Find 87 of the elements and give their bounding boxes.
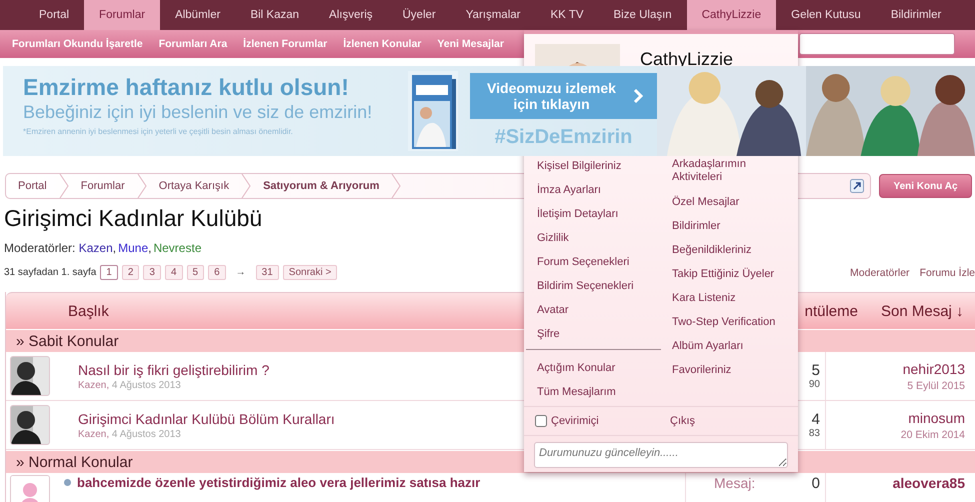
comma-separator: ,	[112, 241, 116, 255]
next-page-link[interactable]: Sonraki >	[282, 265, 338, 280]
search-field[interactable]	[799, 33, 955, 55]
section-title: » Sabit Konular	[16, 332, 119, 350]
banner-subline: Bebeğiniz için iyi beslenin ve siz de emzirin!	[23, 102, 374, 123]
status-field[interactable]: Durumunuzu güncelleyin......	[534, 442, 788, 468]
forum-tool-link[interactable]: Forumu İzle	[920, 266, 975, 278]
menu-link[interactable]: Açtığım Konular	[526, 358, 661, 378]
nav-tab[interactable]: Üyeler	[388, 0, 451, 30]
view-count: 90	[808, 379, 820, 390]
menu-link[interactable]: Bildirimler	[661, 216, 781, 236]
last-poster-link[interactable]: nehir2013	[902, 360, 965, 376]
nav-tab[interactable]: Gelen Kutusu	[776, 0, 876, 30]
thread-title-link[interactable]: Nasıl bir iş fikri geliştirebilirim ?	[78, 362, 270, 378]
moderator-link[interactable]: Kazen	[78, 241, 113, 255]
page-link[interactable]: 1	[100, 265, 118, 280]
page-link[interactable]: 3	[143, 265, 161, 280]
menu-link[interactable]: Albüm Ayarları	[661, 336, 781, 356]
banner-note: *Emziren annenin iyi beslenmesi için yeterli ve çeşitli besin alması önemlidir.	[23, 127, 294, 136]
menu-link[interactable]: Kara Listeniz	[661, 288, 781, 308]
page-gap-arrow: →	[236, 267, 246, 278]
page-link[interactable]: 4	[164, 265, 183, 280]
logout-link[interactable]: Çıkış	[659, 411, 696, 431]
nav-tab[interactable]: Alışveriş	[314, 0, 388, 30]
checkbox-label: Çevirimiçi	[551, 415, 599, 427]
section-title: » Normal Konular	[16, 454, 133, 470]
breadcrumb-link[interactable]: Forumlar	[68, 180, 137, 192]
menu-link[interactable]: Şifre	[526, 324, 661, 344]
banner-hashtag: #SizDeEmzirin	[494, 126, 634, 149]
nav-tab[interactable]: Bize Ulaşın	[598, 0, 687, 30]
moderators-label: Moderatörler:	[4, 241, 76, 255]
moderator-link[interactable]: Mune	[118, 241, 148, 255]
reply-count: 4	[812, 411, 820, 428]
menu-link[interactable]: Beğenildikleriniz	[661, 240, 781, 260]
unread-dot-icon	[64, 479, 71, 486]
breadcrumb-link[interactable]: Ortaya Karışık	[146, 180, 242, 192]
last-poster-link[interactable]: minosum	[908, 410, 965, 426]
menu-link[interactable]: İmza Ayarları	[526, 180, 661, 200]
menu-link[interactable]: Kişisel Bilgileriniz	[526, 156, 661, 176]
breadcrumb-link[interactable]: Portal	[6, 180, 59, 192]
nav-tab[interactable]: KK TV	[535, 0, 599, 30]
page-summary: 31 sayfadan 1. sayfa	[4, 267, 96, 278]
nav-tab[interactable]: Forumlar	[84, 0, 160, 30]
column-header[interactable]: Son Mesaj ↓	[881, 302, 964, 320]
online-checkbox[interactable]	[535, 415, 547, 427]
nav-tab[interactable]: Bildirimler	[876, 0, 956, 30]
thread-title-link[interactable]: bahcemizde özenle yetistirdiğimiz aleo vera jellerimiz satısa hazır	[77, 475, 480, 490]
nav-tab[interactable]: Albümler	[160, 0, 236, 30]
nav-tab[interactable]: Bil Kazan	[235, 0, 314, 30]
last-post-date: 5 Eylül 2015	[907, 380, 965, 392]
view-count: 83	[808, 428, 820, 439]
nav-tab[interactable]: CathyLizzie	[686, 0, 776, 30]
reply-count: 0	[812, 475, 820, 492]
thread-date: 4 Ağustos 2013	[112, 380, 181, 390]
nav-tab[interactable]: Portal	[24, 0, 84, 30]
thread-date: 4 Ağustos 2013	[112, 428, 181, 440]
ad-banner[interactable]	[3, 66, 975, 156]
menu-link[interactable]: Arkadaşlarımın Aktiviteleri	[661, 156, 766, 188]
breadcrumb-link[interactable]: Satıyorum & Arıyorum	[251, 180, 392, 192]
menu-link[interactable]: Tüm Mesajlarım	[526, 382, 661, 402]
nav-tab[interactable]: Yarışmalar	[450, 0, 536, 30]
banner-headline: Emzirme haftanız kutlu olsun!	[23, 74, 350, 101]
forum-title: Girişimci Kadınlar Kulübü	[4, 205, 262, 232]
username[interactable]: CathyLizzie	[640, 49, 734, 70]
page-link[interactable]: 5	[186, 265, 204, 280]
menu-link[interactable]: Favorileriniz	[661, 360, 781, 380]
page-link[interactable]: 31	[256, 265, 279, 280]
menu-link[interactable]: Avatar	[526, 300, 661, 320]
menu-link[interactable]: Forum Seçenekleri	[526, 252, 661, 272]
comma-separator: ,	[148, 241, 152, 255]
menu-link[interactable]: Gizlilik	[526, 228, 661, 248]
popout-icon[interactable]	[850, 179, 864, 193]
page-link[interactable]: 2	[122, 265, 140, 280]
menu-link[interactable]: İletişim Detayları	[526, 204, 661, 224]
menu-link[interactable]: Özel Mesajlar	[661, 192, 781, 212]
last-post-date: 20 Ekim 2014	[900, 428, 965, 440]
forum-tool-link[interactable]: Moderatörler	[850, 266, 910, 278]
reply-count: 5	[812, 362, 820, 379]
page-link[interactable]: 6	[208, 265, 226, 280]
menu-link[interactable]: Takip Ettiğiniz Üyeler	[661, 264, 781, 284]
menu-link[interactable]: Bildirim Seçenekleri	[526, 276, 661, 296]
stat-label: Mesaj:	[714, 475, 756, 492]
chevron-right-icon	[633, 88, 643, 104]
menu-link[interactable]: Two-Step Verification	[661, 312, 781, 332]
moderator-link[interactable]: Nevreste	[153, 241, 202, 255]
thread-title-link[interactable]: Girişimci Kadınlar Kulübü Bölüm Kuralları	[78, 410, 335, 426]
last-poster-link[interactable]: aleovera85	[892, 475, 965, 491]
